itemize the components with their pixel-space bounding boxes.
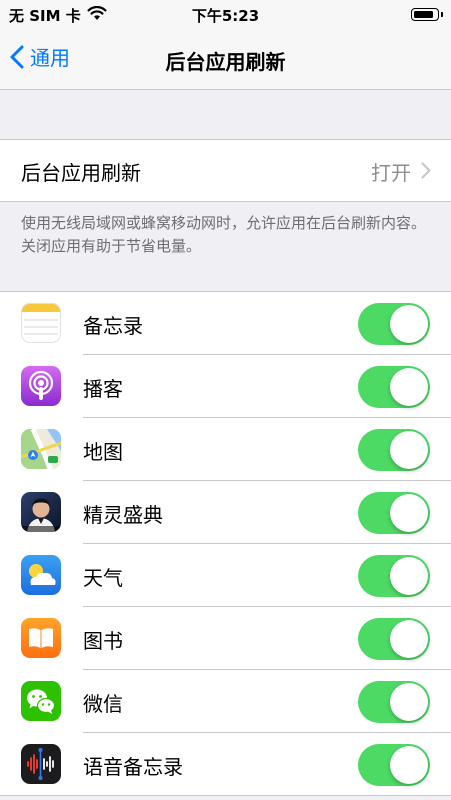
podcasts-icon	[21, 366, 61, 406]
voice-memos-icon	[21, 744, 61, 784]
app-name: 语音备忘录	[83, 755, 183, 779]
battery-tip	[440, 12, 443, 17]
toggle-knob	[390, 305, 428, 343]
toggle-knob	[390, 368, 428, 406]
maps-icon	[21, 429, 61, 469]
app-name: 备忘录	[83, 314, 143, 338]
toggle-knob	[390, 620, 428, 658]
status-time: 下午5:23	[191, 7, 260, 25]
section-footer-text: 使用无线局域网或蜂窝移动网时，允许应用在后台刷新内容。关闭应用有助于节省电量。	[21, 214, 427, 255]
app-row-notes: 备忘录	[0, 292, 451, 355]
app-row-books: 图书	[0, 607, 451, 670]
background-refresh-label: 后台应用刷新	[21, 161, 141, 185]
app-name: 微信	[83, 692, 123, 716]
wechat-toggle[interactable]	[358, 681, 430, 723]
voice-memos-toggle[interactable]	[358, 744, 430, 786]
app-row-wechat: 微信	[0, 670, 451, 733]
toggle-knob	[390, 746, 428, 784]
podcasts-toggle[interactable]	[358, 366, 430, 408]
game-avatar-icon	[21, 492, 61, 532]
app-row-weather: 天气	[0, 544, 451, 607]
toggle-knob	[390, 431, 428, 469]
notes-toggle[interactable]	[358, 303, 430, 345]
app-row-maps: 地图	[0, 418, 451, 481]
battery-fill	[414, 11, 433, 18]
weather-icon	[21, 555, 61, 595]
app-name: 图书	[83, 629, 123, 653]
app-name: 播客	[83, 377, 123, 401]
navigation-bar: 通用 后台应用刷新	[0, 30, 451, 90]
app-row-voice-memos: 语音备忘录	[0, 733, 451, 796]
books-toggle[interactable]	[358, 618, 430, 660]
books-icon	[21, 618, 61, 658]
battery-icon	[411, 8, 443, 21]
chevron-right-icon	[421, 162, 431, 179]
weather-toggle[interactable]	[358, 555, 430, 597]
toggle-knob	[390, 683, 428, 721]
background-refresh-row[interactable]: 后台应用刷新 打开	[0, 139, 451, 202]
app-name: 精灵盛典	[83, 503, 163, 527]
toggle-knob	[390, 557, 428, 595]
notes-icon	[21, 303, 61, 343]
app-row-podcasts: 播客	[0, 355, 451, 418]
app-name: 天气	[83, 566, 123, 590]
app-list: 备忘录 播客 地图 精灵盛典 天气 图书 微信 语音备忘录	[0, 291, 451, 796]
page-title: 后台应用刷新	[165, 50, 286, 74]
background-refresh-value: 打开	[371, 161, 411, 185]
status-bar: 无 SIM 卡 下午5:23	[0, 0, 451, 30]
toggle-knob	[390, 494, 428, 532]
game-toggle[interactable]	[358, 492, 430, 534]
maps-toggle[interactable]	[358, 429, 430, 471]
app-row-game: 精灵盛典	[0, 481, 451, 544]
wechat-icon	[21, 681, 61, 721]
app-name: 地图	[83, 440, 123, 464]
